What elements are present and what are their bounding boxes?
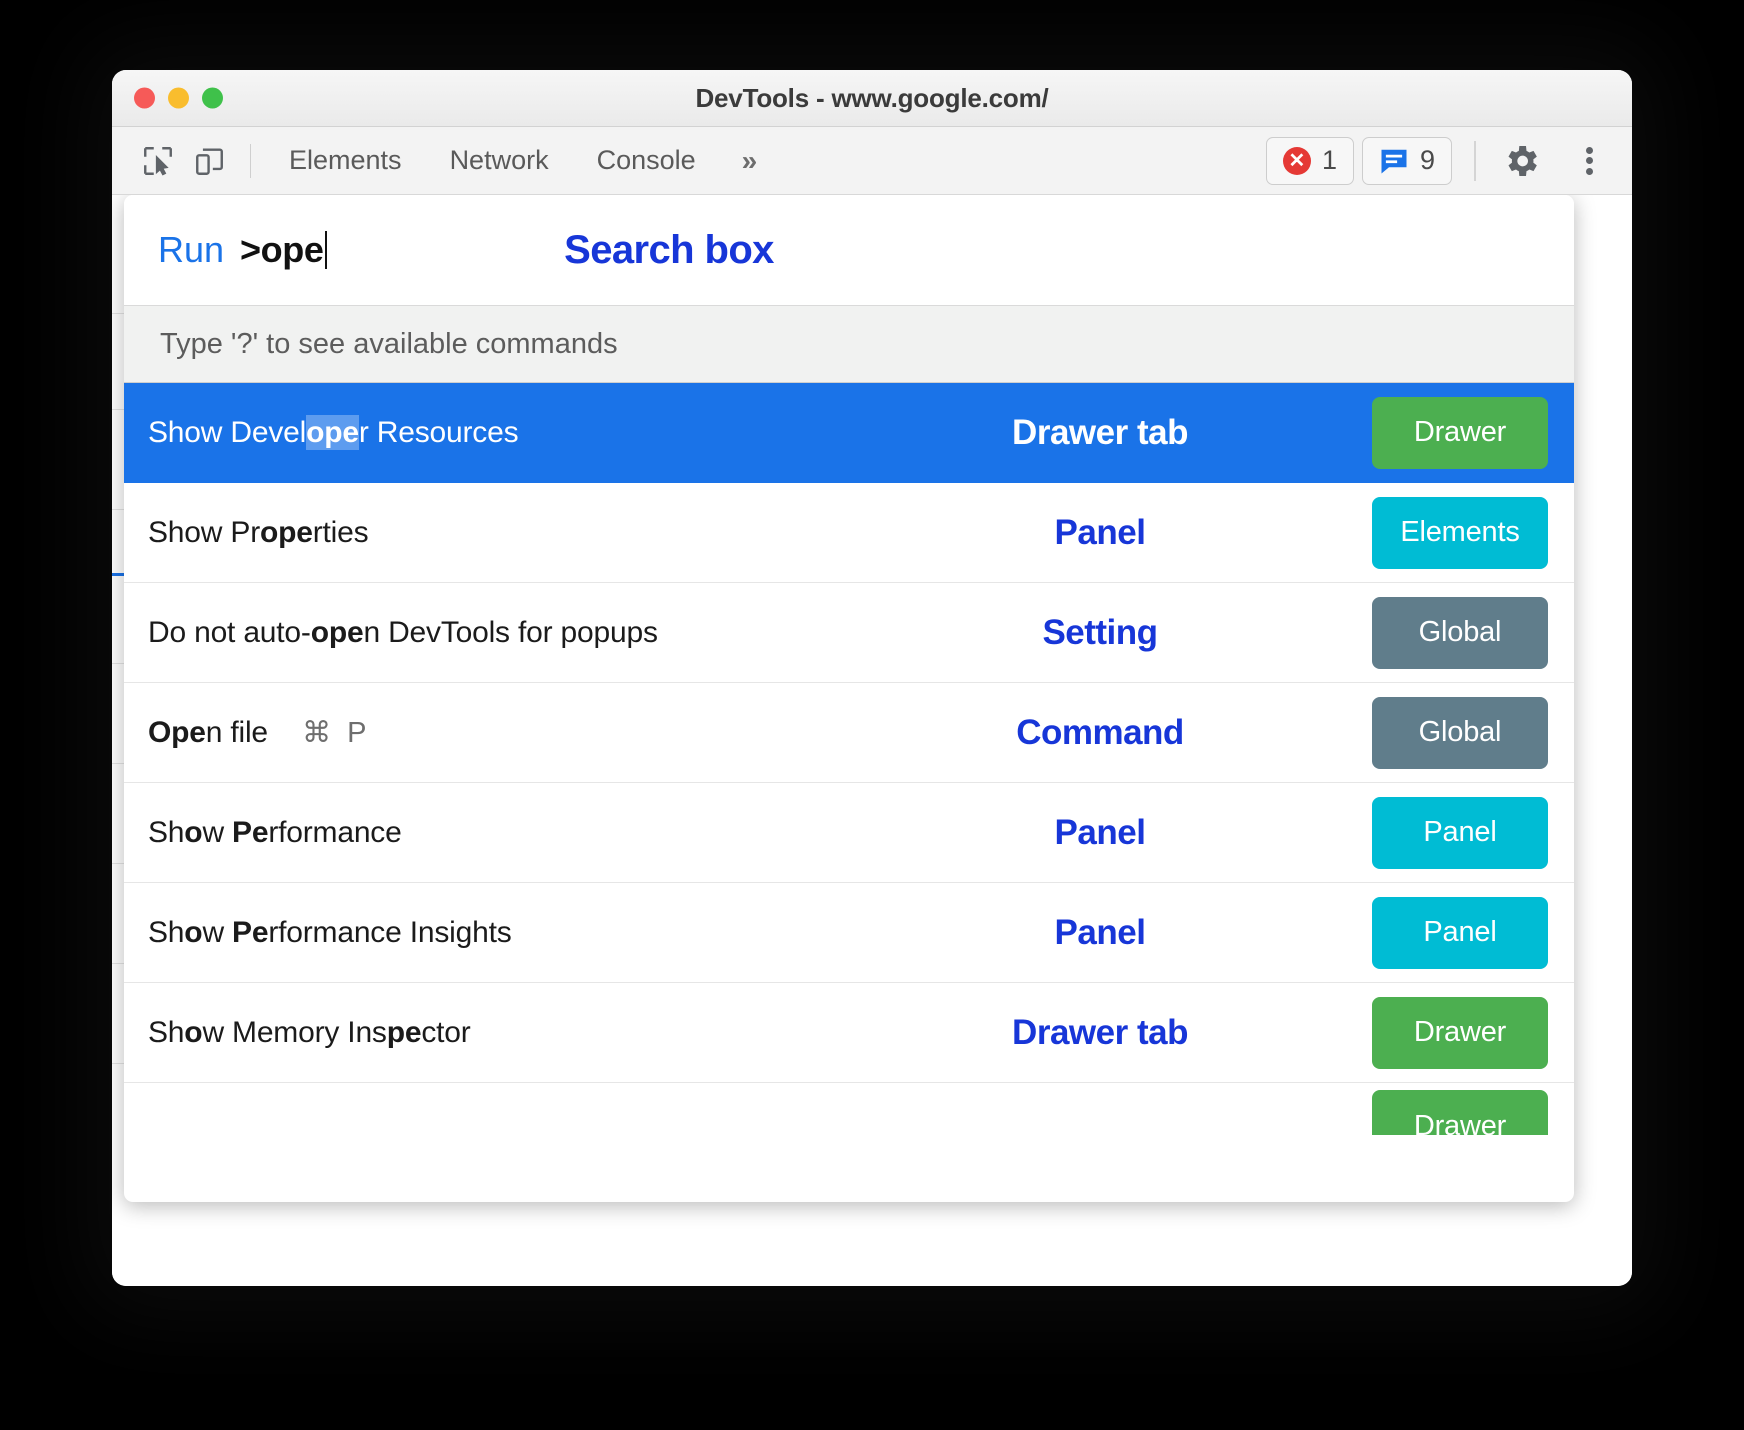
inspect-element-icon[interactable]	[132, 138, 184, 184]
command-result-annotation: Setting	[888, 613, 1372, 653]
screenshot-stage: DevTools - www.google.com/ Elements Netw…	[0, 0, 1744, 1430]
error-icon: ✕	[1283, 147, 1311, 175]
command-palette-results: Show Developer ResourcesDrawer tabDrawer…	[124, 383, 1574, 1202]
command-result-row[interactable]: Show Memory InspectorDrawer tabDrawer	[124, 983, 1574, 1083]
tab-network[interactable]: Network	[426, 147, 573, 174]
command-result-row[interactable]: Show Performance InsightsPanelPanel	[124, 883, 1574, 983]
command-result-badge: Drawer	[1372, 1090, 1548, 1135]
device-toolbar-icon[interactable]	[184, 138, 236, 184]
zoom-button[interactable]	[202, 88, 223, 109]
command-result-annotation: Panel	[888, 913, 1372, 953]
command-result-badge: Global	[1372, 697, 1548, 769]
command-result-label: Do not auto-open DevTools for popups	[148, 616, 888, 650]
window-titlebar: DevTools - www.google.com/	[112, 70, 1632, 127]
command-result-label: Show Performance Insights	[148, 916, 888, 950]
devtools-toolbar: Elements Network Console » ✕ 1	[112, 127, 1632, 195]
toolbar-divider	[250, 144, 251, 178]
command-palette: Run >ope Search box Type '?' to see avai…	[124, 195, 1574, 1202]
message-counter[interactable]: 9	[1362, 137, 1452, 185]
command-result-badge: Drawer	[1372, 997, 1548, 1069]
search-box-annotation-label: Search box	[564, 228, 774, 273]
command-result-annotation: Panel	[888, 813, 1372, 853]
error-counter[interactable]: ✕ 1	[1266, 137, 1354, 185]
command-result-label: Open file ⌘ P	[148, 715, 888, 750]
tab-elements[interactable]: Elements	[265, 147, 426, 174]
command-result-badge: Global	[1372, 597, 1548, 669]
command-result-label: Show Memory Inspector	[148, 1016, 888, 1050]
command-result-badge: Panel	[1372, 797, 1548, 869]
traffic-lights	[134, 88, 223, 109]
command-result-row-partial[interactable]: Drawer	[124, 1083, 1574, 1135]
toolbar-divider-right	[1474, 141, 1476, 181]
command-result-row[interactable]: Open file ⌘ PCommandGlobal	[124, 683, 1574, 783]
command-palette-query-row[interactable]: Run >ope Search box	[124, 195, 1574, 305]
hint-text: Type '?' to see available commands	[160, 328, 618, 361]
text-caret	[325, 231, 327, 269]
command-result-label: Show Properties	[148, 516, 888, 550]
command-result-row[interactable]: Show PerformancePanelPanel	[124, 783, 1574, 883]
search-input[interactable]: >ope	[240, 229, 323, 271]
kebab-menu-icon[interactable]	[1562, 135, 1616, 187]
command-result-row[interactable]: Show PropertiesPanelElements	[124, 483, 1574, 583]
panel-tabs: Elements Network Console »	[265, 145, 779, 177]
minimize-button[interactable]	[168, 88, 189, 109]
command-result-label: Show Developer Resources	[148, 416, 888, 450]
command-result-row[interactable]: Do not auto-open DevTools for popupsSett…	[124, 583, 1574, 683]
command-result-annotation: Drawer tab	[888, 413, 1372, 453]
command-result-badge: Panel	[1372, 897, 1548, 969]
command-result-label: Show Performance	[148, 816, 888, 850]
command-result-annotation: Drawer tab	[888, 1013, 1372, 1053]
message-icon	[1379, 147, 1409, 175]
gear-icon[interactable]	[1494, 135, 1548, 187]
window-title: DevTools - www.google.com/	[112, 83, 1632, 114]
command-result-annotation: Panel	[888, 513, 1372, 553]
command-palette-hint-row: Type '?' to see available commands	[124, 305, 1574, 383]
message-count: 9	[1420, 145, 1435, 176]
devtools-panel-background: Run >ope Search box Type '?' to see avai…	[112, 195, 1632, 1286]
query-prefix-chip: Run	[158, 229, 224, 271]
tab-console[interactable]: Console	[573, 147, 720, 174]
devtools-window: DevTools - www.google.com/ Elements Netw…	[112, 70, 1632, 1286]
command-result-badge: Elements	[1372, 497, 1548, 569]
more-tabs-icon[interactable]: »	[720, 145, 780, 177]
command-result-badge: Drawer	[1372, 397, 1548, 469]
search-box-annotation: Search box	[124, 195, 1574, 305]
command-result-annotation: Command	[888, 713, 1372, 753]
toolbar-right-group: ✕ 1 9	[1258, 135, 1616, 187]
command-result-row[interactable]: Show Developer ResourcesDrawer tabDrawer	[124, 383, 1574, 483]
error-count: 1	[1322, 145, 1337, 176]
close-button[interactable]	[134, 88, 155, 109]
